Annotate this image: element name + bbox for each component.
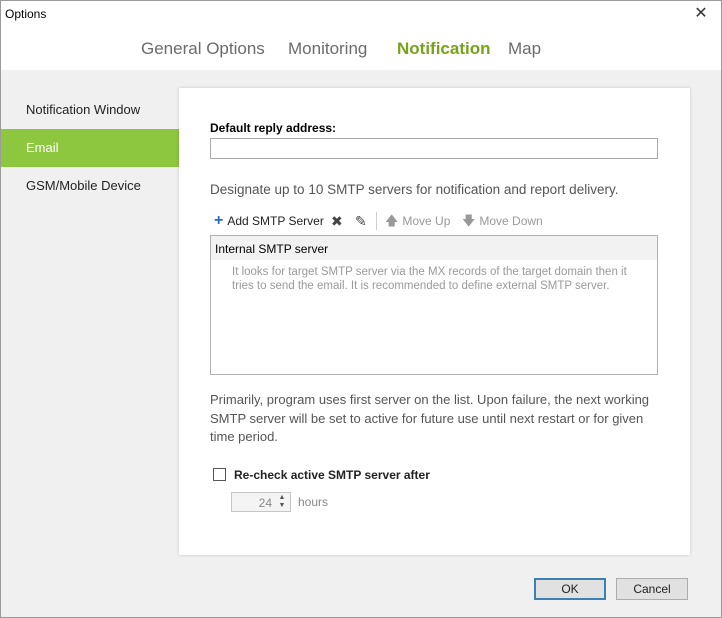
spin-arrows-icon[interactable]: ▲ ▼ xyxy=(275,494,289,510)
default-reply-address-input[interactable] xyxy=(210,138,658,159)
smtp-toolbar: + Add SMTP Server ✖ ✎ 🡅 Move Up 🡇 Move Down xyxy=(210,211,658,231)
sidebar-item-notification-window[interactable]: Notification Window xyxy=(1,91,179,129)
cancel-button[interactable]: Cancel xyxy=(616,578,688,600)
move-up-label: Move Up xyxy=(402,214,451,228)
default-reply-address-label: Default reply address: xyxy=(210,121,337,135)
options-window: Options ✕ General Options Monitoring Not… xyxy=(0,0,722,618)
add-smtp-server-button[interactable]: + Add SMTP Server xyxy=(214,211,324,231)
tab-monitoring[interactable]: Monitoring xyxy=(288,39,367,59)
tab-map[interactable]: Map xyxy=(508,39,541,59)
close-icon[interactable]: ✕ xyxy=(689,3,713,25)
move-down-label: Move Down xyxy=(479,214,543,228)
smtp-server-list[interactable]: Internal SMTP server It looks for target… xyxy=(210,235,658,375)
sidebar-item-gsm-mobile-device[interactable]: GSM/Mobile Device xyxy=(1,167,179,205)
window-title: Options xyxy=(5,7,47,21)
hours-label: hours xyxy=(298,495,329,509)
designate-servers-text: Designate up to 10 SMTP servers for noti… xyxy=(210,182,619,197)
tab-bar: General Options Monitoring Notification … xyxy=(1,39,721,67)
email-settings-panel: Default reply address: Designate up to 1… xyxy=(179,88,690,555)
list-item[interactable]: Internal SMTP server xyxy=(211,236,657,260)
recheck-label: Re-check active SMTP server after xyxy=(234,468,430,482)
failover-note: Primarily, program uses first server on … xyxy=(210,392,650,444)
title-bar: Options ✕ xyxy=(1,1,721,29)
arrow-down-icon: 🡇 xyxy=(462,213,476,228)
recheck-hours-value: 24 xyxy=(258,496,272,510)
arrow-up-icon: 🡅 xyxy=(385,213,399,228)
move-up-button[interactable]: 🡅 Move Up xyxy=(385,211,450,231)
recheck-hours-stepper[interactable]: 24 ▲ ▼ xyxy=(231,492,291,512)
delete-icon[interactable]: ✖ xyxy=(331,211,343,231)
sidebar-item-email[interactable]: Email xyxy=(1,129,189,167)
add-smtp-server-label: Add SMTP Server xyxy=(227,214,324,228)
toolbar-separator xyxy=(376,212,377,230)
content-area: Notification Window Email GSM/Mobile Dev… xyxy=(1,70,721,617)
plus-icon: + xyxy=(214,212,224,229)
smtp-server-name: Internal SMTP server xyxy=(215,242,329,256)
ok-button[interactable]: OK xyxy=(534,578,606,600)
tab-general-options[interactable]: General Options xyxy=(141,39,265,59)
edit-pencil-icon[interactable]: ✎ xyxy=(355,211,367,231)
move-down-button[interactable]: 🡇 Move Down xyxy=(462,211,543,231)
recheck-checkbox[interactable] xyxy=(213,468,226,481)
tab-notification[interactable]: Notification xyxy=(397,39,491,59)
smtp-server-description: It looks for target SMTP server via the … xyxy=(232,266,627,292)
